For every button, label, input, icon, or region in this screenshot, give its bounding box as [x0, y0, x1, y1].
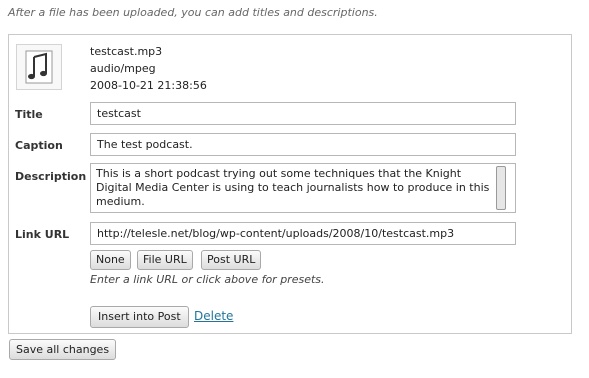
link-none-button[interactable]: None	[90, 250, 131, 270]
intro-text: After a file has been uploaded, you can …	[8, 6, 378, 19]
link-file-url-button[interactable]: File URL	[137, 250, 193, 270]
caption-label: Caption	[15, 139, 63, 152]
title-label: Title	[15, 108, 43, 121]
link-post-url-button[interactable]: Post URL	[201, 250, 262, 270]
link-hint-text: Enter a link URL or click above for pres…	[90, 273, 325, 286]
description-textarea[interactable]: This is a short podcast trying out some …	[90, 163, 516, 213]
description-scrollbar[interactable]	[496, 166, 506, 210]
audio-file-icon	[16, 44, 62, 90]
caption-input[interactable]	[90, 133, 516, 156]
save-all-changes-button[interactable]: Save all changes	[9, 339, 117, 360]
file-name: testcast.mp3	[90, 45, 163, 58]
media-item-panel: testcast.mp3 audio/mpeg 2008-10-21 21:38…	[8, 34, 572, 334]
link-url-label: Link URL	[15, 228, 70, 241]
file-date: 2008-10-21 21:38:56	[90, 79, 207, 92]
file-mime: audio/mpeg	[90, 62, 156, 75]
file-meta: testcast.mp3 audio/mpeg 2008-10-21 21:38…	[90, 43, 207, 94]
title-input[interactable]	[90, 102, 516, 125]
link-url-input[interactable]	[90, 222, 516, 245]
description-label: Description	[15, 170, 87, 183]
delete-link[interactable]: Delete	[194, 309, 233, 323]
insert-into-post-button[interactable]: Insert into Post	[90, 306, 189, 328]
